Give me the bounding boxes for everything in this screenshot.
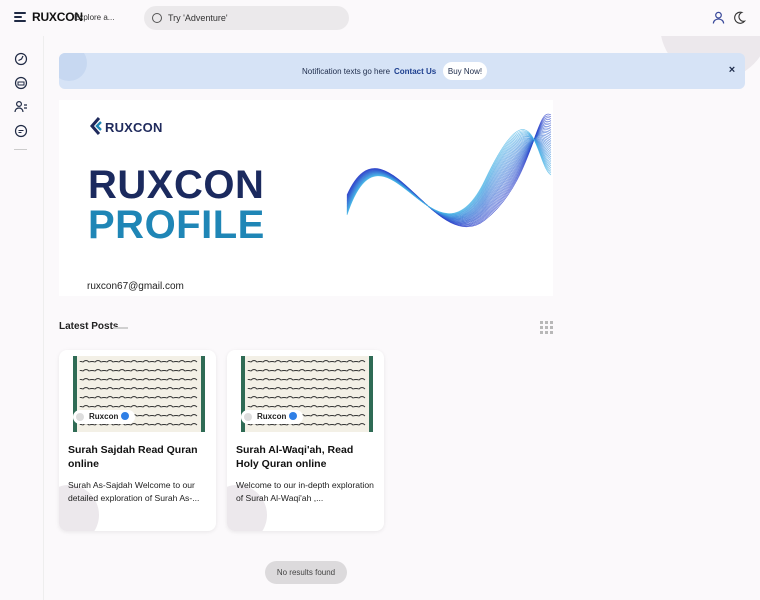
search-icon (152, 13, 162, 23)
banner-title-line2: PROFILE (88, 203, 265, 247)
no-results-badge: No results found (265, 561, 347, 584)
author-name: Ruxcon (89, 412, 119, 421)
banner-logo-text: RUXCON (105, 120, 163, 135)
author-badge[interactable]: Ruxcon (241, 410, 304, 424)
grid-icon[interactable] (540, 321, 553, 334)
menu-icon[interactable] (14, 12, 26, 22)
post-title[interactable]: Surah Al-Waqi'ah, Read Holy Quran online (236, 443, 376, 471)
profile-banner: RUXCON RUXCON PROFILE ruxcon67@gmail.com (59, 100, 553, 296)
decor-circle (59, 53, 87, 81)
compass-icon[interactable] (14, 52, 28, 66)
section-title: Latest Posts (59, 321, 119, 332)
banner-title-line1: RUXCON (88, 163, 265, 207)
post-title[interactable]: Surah Sajdah Read Quran online (68, 443, 208, 471)
post-card[interactable]: Ruxcon Surah Al-Waqi'ah, Read Holy Quran… (227, 350, 384, 531)
section-divider (114, 327, 128, 329)
notification-bar: Notification texts go here Contact Us Bu… (59, 53, 745, 89)
wave-graphic (346, 113, 552, 228)
search-input[interactable] (168, 6, 338, 30)
avatar (244, 413, 252, 421)
notification-text: Notification texts go here (302, 67, 391, 76)
author-badge[interactable]: Ruxcon (73, 410, 136, 424)
ruxcon-logo-icon (90, 117, 102, 135)
search-bar[interactable] (144, 6, 349, 30)
post-card[interactable]: Ruxcon Surah Sajdah Read Quran online Su… (59, 350, 216, 531)
contact-us-link[interactable]: Contact Us (394, 67, 436, 76)
avatar (76, 413, 84, 421)
sidebar-divider (14, 149, 27, 150)
users-icon[interactable] (14, 100, 28, 114)
site-tagline: Explore a... (74, 13, 115, 22)
moon-icon[interactable] (733, 11, 746, 24)
top-header: RUXCON Explore a... (0, 0, 760, 36)
verified-icon (289, 412, 298, 420)
chat-icon[interactable] (14, 124, 28, 138)
close-icon[interactable]: × (726, 64, 738, 76)
sidebar (0, 36, 44, 600)
verified-icon (121, 412, 130, 420)
banner-email: ruxcon67@gmail.com (87, 281, 184, 292)
post-excerpt: Surah As-Sajdah Welcome to our detailed … (68, 480, 200, 503)
author-name: Ruxcon (257, 412, 287, 421)
folder-icon[interactable] (14, 76, 28, 90)
post-excerpt: Welcome to our in-depth exploration of S… (236, 480, 374, 503)
user-icon[interactable] (712, 11, 725, 24)
buy-now-button[interactable]: Buy Now! (443, 62, 487, 80)
